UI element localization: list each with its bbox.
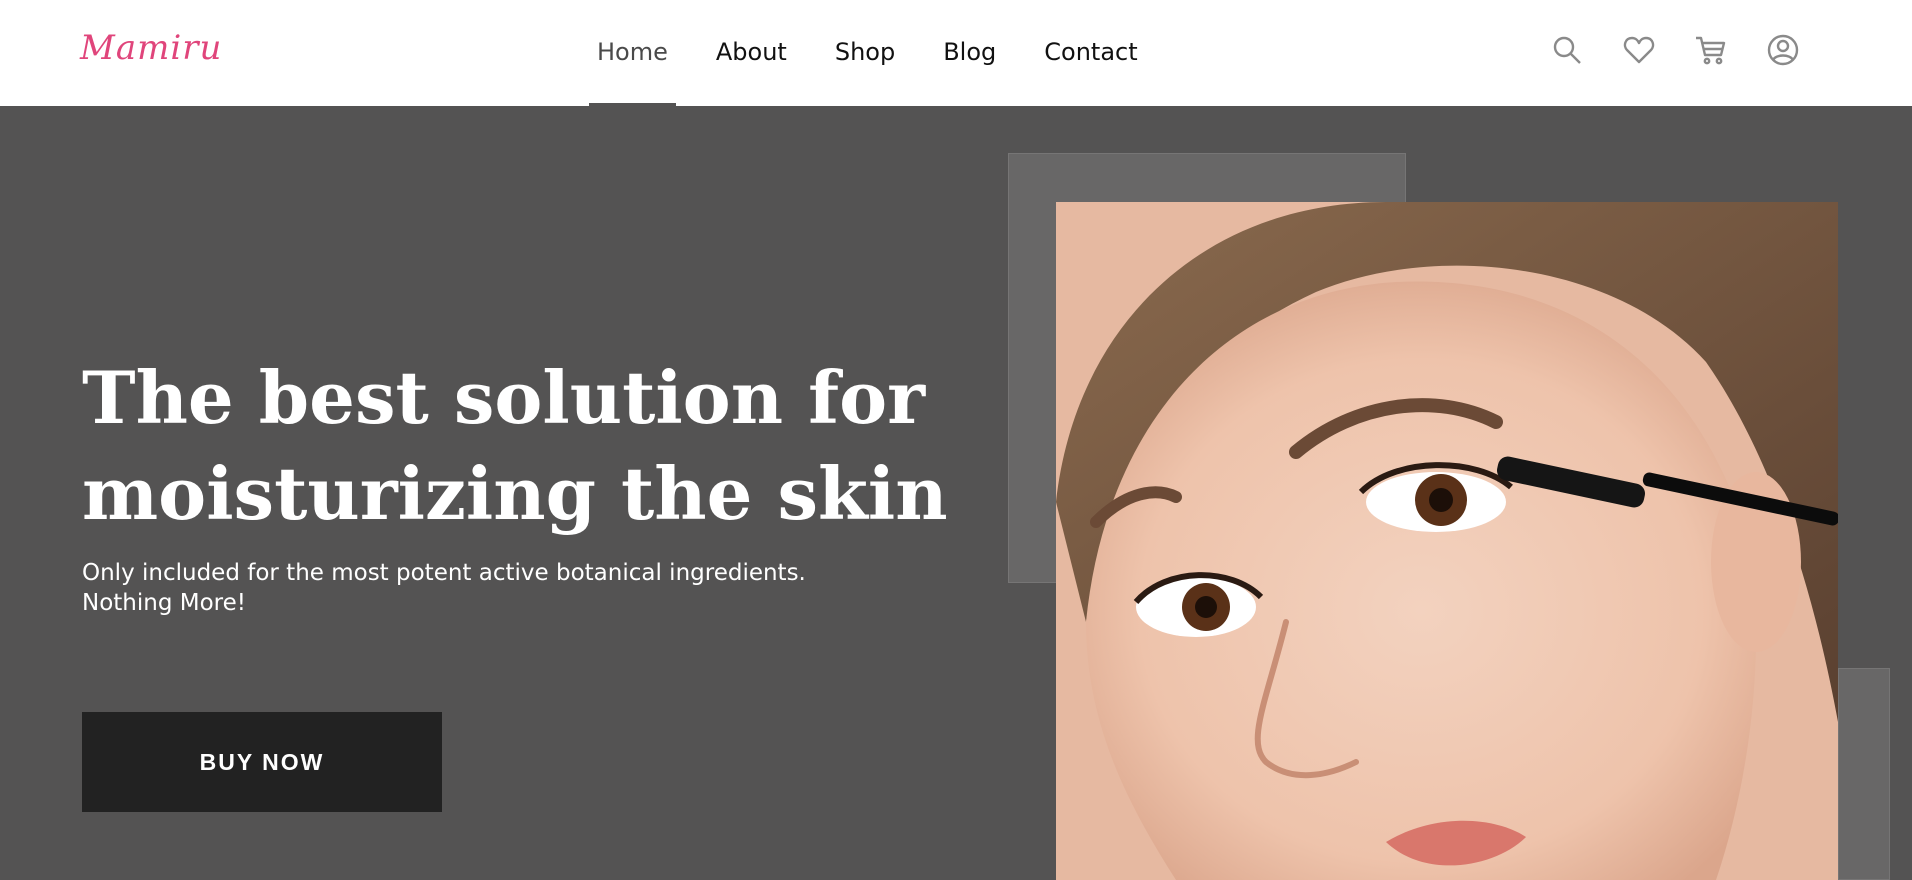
hero-subtitle-line-1: Only included for the most potent active… bbox=[82, 560, 806, 586]
decorative-frame-right bbox=[1838, 668, 1890, 880]
hero-subtitle: Only included for the most potent active… bbox=[82, 558, 902, 618]
nav-home[interactable]: Home bbox=[589, 0, 676, 106]
heart-icon[interactable] bbox=[1622, 33, 1656, 67]
buy-now-button[interactable]: BUY NOW bbox=[82, 712, 442, 812]
hero-title-line-2: moisturizing the skin bbox=[82, 451, 948, 536]
hero-image bbox=[1056, 202, 1838, 880]
hero-title: The best solution for moisturizing the sk… bbox=[82, 350, 962, 542]
site-header: Mamiru Home About Shop Blog Contact bbox=[0, 0, 1912, 106]
brand-logo[interactable]: Mamiru bbox=[80, 28, 222, 68]
nav-about[interactable]: About bbox=[716, 0, 787, 106]
cart-icon[interactable] bbox=[1694, 33, 1728, 67]
nav-blog[interactable]: Blog bbox=[943, 0, 996, 106]
user-icon[interactable] bbox=[1766, 33, 1800, 67]
search-icon[interactable] bbox=[1550, 33, 1584, 67]
nav-shop[interactable]: Shop bbox=[835, 0, 895, 106]
main-nav: Home About Shop Blog Contact bbox=[589, 0, 1186, 106]
hero-subtitle-line-2: Nothing More! bbox=[82, 590, 246, 616]
nav-contact[interactable]: Contact bbox=[1044, 0, 1137, 106]
header-icons bbox=[1550, 33, 1838, 67]
hero-title-line-1: The best solution for bbox=[82, 355, 926, 440]
